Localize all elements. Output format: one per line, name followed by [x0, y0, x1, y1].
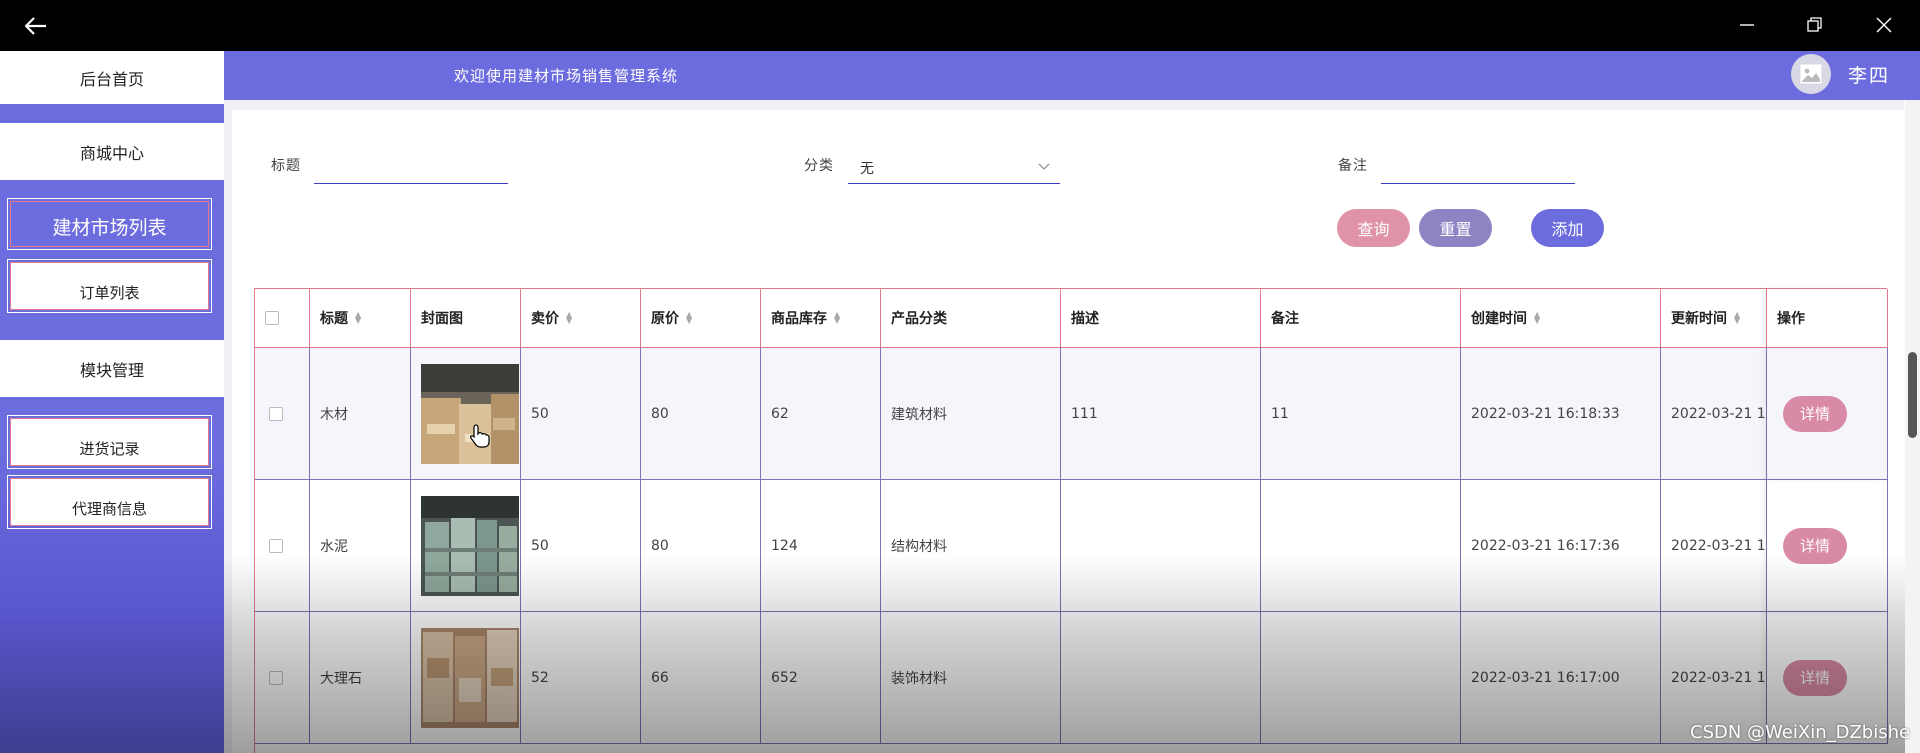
header-price[interactable]: 卖价 ▲ ▼ — [521, 289, 641, 348]
data-table: 标题 ▲ ▼ 封面图 卖价 ▲ ▼ 原价 ▲ ▼ 商品库存 ▲ ▼ 产品分类 描述 备注 创建时… — [254, 288, 1888, 753]
cell-stock: 62 — [761, 348, 881, 480]
detail-button[interactable]: 详情 — [1783, 527, 1847, 564]
header-actions: 操作 — [1767, 289, 1888, 348]
cell-title: 木材 — [310, 348, 411, 480]
chevron-down-icon — [1038, 163, 1050, 170]
sidebar-item-module-mgmt[interactable]: 模块管理 — [0, 340, 224, 397]
header-category: 产品分类 — [881, 289, 1061, 348]
back-arrow-icon[interactable] — [20, 10, 52, 42]
sidebar-white-block — [0, 180, 224, 187]
cell-price: 52 — [521, 612, 641, 744]
restore-icon[interactable] — [1795, 10, 1835, 40]
header-stock[interactable]: 商品库存 ▲ ▼ — [761, 289, 881, 348]
username[interactable]: 李四 — [1848, 61, 1890, 88]
header-select-all — [255, 289, 310, 348]
sort-icon[interactable]: ▲ ▼ — [686, 311, 692, 325]
row-checkbox[interactable] — [269, 670, 283, 685]
header-title[interactable]: 标题 ▲ ▼ — [310, 289, 411, 348]
avatar[interactable] — [1791, 54, 1831, 94]
cell-description — [1061, 480, 1261, 612]
sort-icon[interactable]: ▲ ▼ — [834, 311, 840, 325]
header-description: 描述 — [1061, 289, 1261, 348]
header-original-price[interactable]: 原价 ▲ ▼ — [641, 289, 761, 348]
title-input[interactable] — [314, 152, 508, 184]
sidebar-item-mall-center[interactable]: 商城中心 — [0, 123, 224, 180]
cell-updated: 2022-03-21 1 — [1661, 348, 1767, 480]
vertical-scrollbar[interactable] — [1905, 100, 1920, 753]
cell-stock: 652 — [761, 612, 881, 744]
close-icon[interactable] — [1864, 10, 1904, 40]
image-icon — [1800, 64, 1822, 84]
cell-original-price: 66 — [641, 612, 761, 744]
detail-button[interactable]: 详情 — [1783, 659, 1847, 696]
cell-remark — [1261, 612, 1461, 744]
cell-original-price: 80 — [641, 480, 761, 612]
header-updated[interactable]: 更新时间 ▲ ▼ — [1661, 289, 1767, 348]
cell-description — [1061, 612, 1261, 744]
cell-cover[interactable] — [411, 480, 521, 612]
row-checkbox[interactable] — [269, 538, 283, 553]
cell-cover[interactable] — [411, 348, 521, 480]
hand-cursor-icon — [470, 424, 490, 448]
add-button[interactable]: 添加 — [1531, 209, 1604, 247]
window-titlebar — [0, 0, 1920, 51]
cell-original-price: 80 — [641, 348, 761, 480]
detail-button[interactable]: 详情 — [1783, 395, 1847, 432]
watermark-text: CSDN @WeiXin_DZbishe — [1690, 722, 1911, 743]
cover-image-marble[interactable] — [421, 627, 519, 728]
cell-created: 2022-03-21 16:17:00 — [1461, 612, 1661, 744]
cover-image-wood[interactable] — [421, 363, 519, 464]
cell-remark — [1261, 480, 1461, 612]
header-remark: 备注 — [1261, 289, 1461, 348]
cell-price: 50 — [521, 348, 641, 480]
cell-description: 111 — [1061, 348, 1261, 480]
select-all-checkbox[interactable] — [265, 311, 279, 325]
sidebar: 后台首页 商城中心 建材市场列表 订单列表 模块管理 进货记录 代理商信息 — [0, 51, 224, 753]
cell-price: 50 — [521, 480, 641, 612]
minimize-icon[interactable] — [1727, 10, 1767, 40]
cell-title: 大理石 — [310, 612, 411, 744]
row-checkbox[interactable] — [269, 406, 283, 421]
sidebar-item-market-list[interactable]: 建材市场列表 — [7, 198, 212, 250]
sort-icon[interactable]: ▲ ▼ — [1534, 311, 1540, 325]
cell-title: 水泥 — [310, 480, 411, 612]
cell-category: 装饰材料 — [881, 612, 1061, 744]
title-label: 标题 — [271, 158, 301, 174]
category-select[interactable]: 无 — [848, 152, 1060, 184]
welcome-text: 欢迎使用建材市场销售管理系统 — [454, 67, 679, 85]
cell-cover[interactable] — [411, 612, 521, 744]
scrollbar-thumb[interactable] — [1908, 352, 1917, 438]
sidebar-item-home[interactable]: 后台首页 — [0, 51, 224, 104]
cover-image-cement[interactable] — [421, 495, 519, 596]
sort-icon[interactable]: ▲ ▼ — [1734, 311, 1740, 325]
category-label: 分类 — [804, 158, 834, 174]
cell-created: 2022-03-21 16:17:36 — [1461, 480, 1661, 612]
remark-input[interactable] — [1381, 152, 1575, 184]
cell-category: 建筑材料 — [881, 348, 1061, 480]
cell-updated: 2022-03-21 1 — [1661, 480, 1767, 612]
top-header: 欢迎使用建材市场销售管理系统 李四 — [224, 51, 1920, 100]
sort-icon[interactable]: ▲ ▼ — [355, 311, 361, 325]
cell-created: 2022-03-21 16:18:33 — [1461, 348, 1661, 480]
sort-icon[interactable]: ▲ ▼ — [566, 311, 572, 325]
reset-button[interactable]: 重置 — [1419, 209, 1492, 247]
header-cover: 封面图 — [411, 289, 521, 348]
sidebar-item-order-list[interactable]: 订单列表 — [7, 259, 212, 313]
sidebar-item-purchase-records[interactable]: 进货记录 — [7, 415, 212, 469]
category-select-value: 无 — [860, 161, 874, 177]
query-button[interactable]: 查询 — [1337, 209, 1410, 247]
cell-stock: 124 — [761, 480, 881, 612]
sidebar-item-agent-info[interactable]: 代理商信息 — [7, 475, 212, 529]
header-created[interactable]: 创建时间 ▲ ▼ — [1461, 289, 1661, 348]
cell-remark: 11 — [1261, 348, 1461, 480]
remark-label: 备注 — [1338, 158, 1368, 174]
cell-category: 结构材料 — [881, 480, 1061, 612]
